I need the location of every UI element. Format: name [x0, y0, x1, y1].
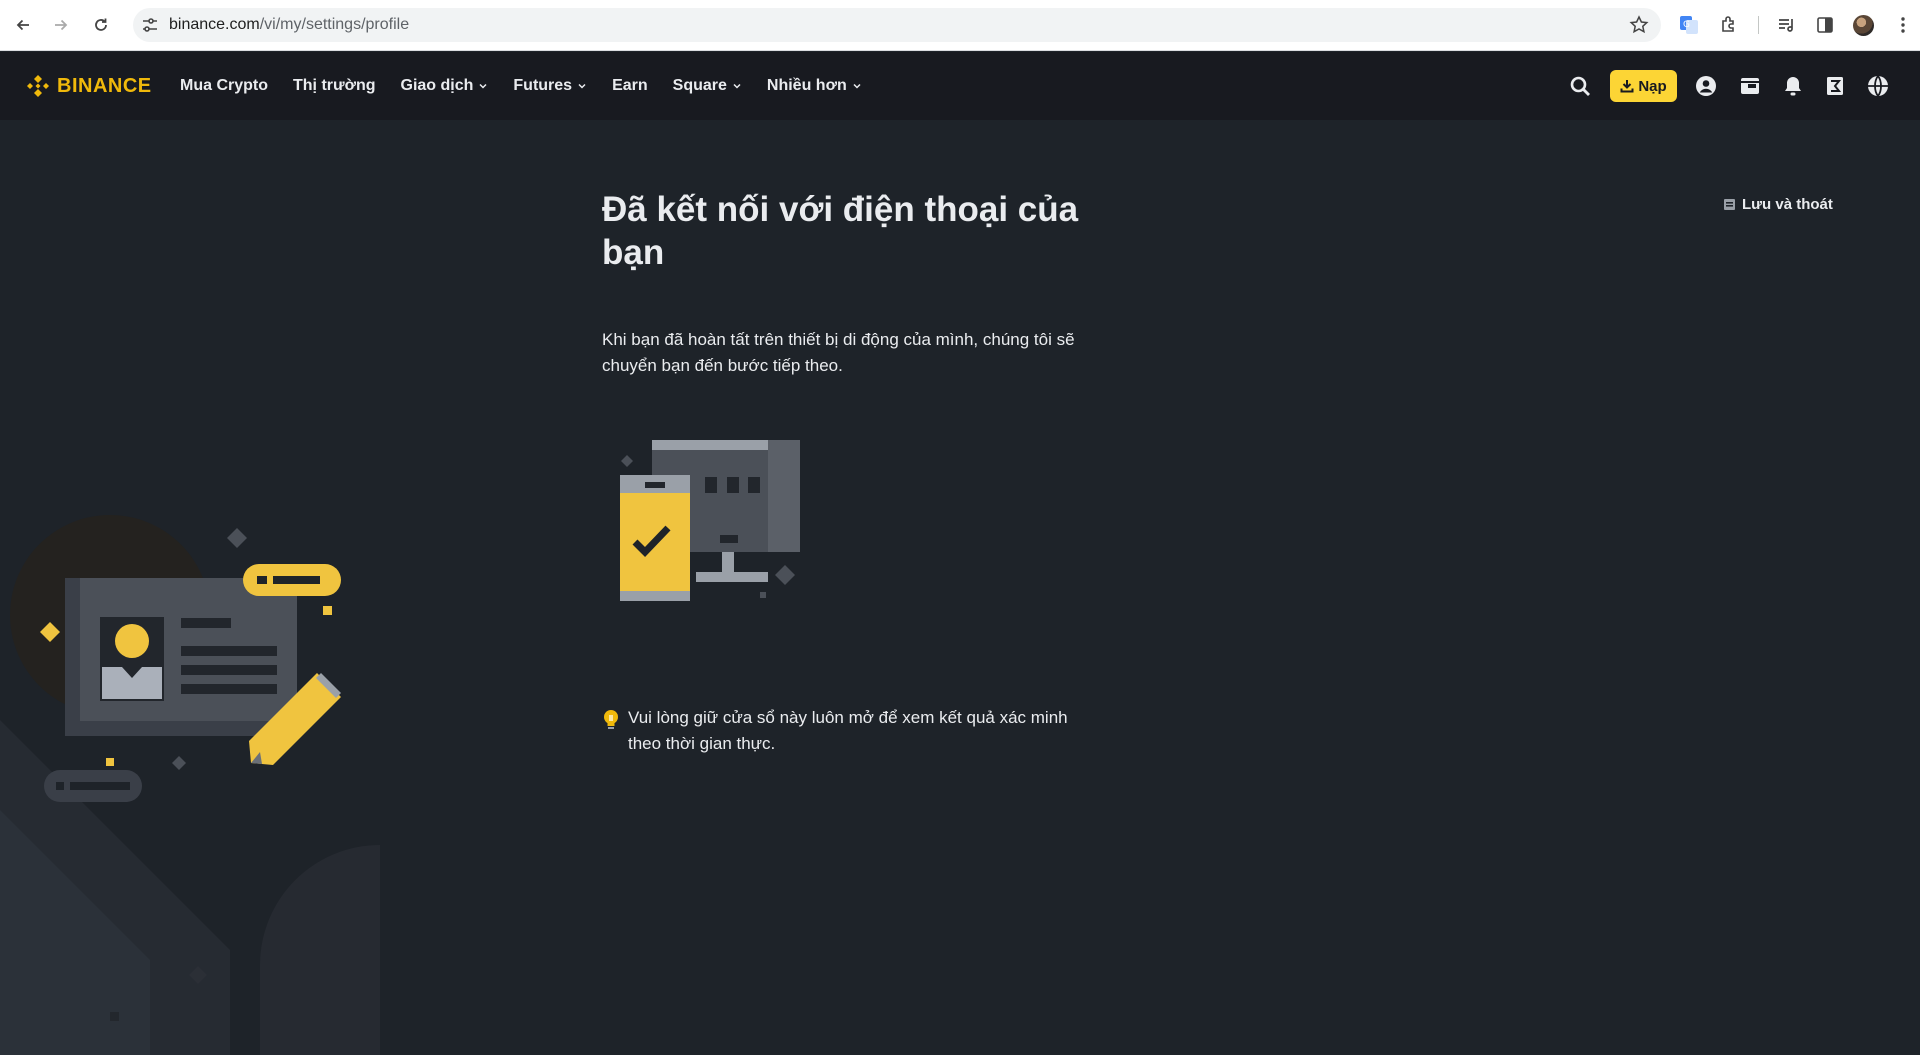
toolbar-separator: [1758, 16, 1759, 34]
nav-trade[interactable]: Giao dịch: [401, 77, 489, 95]
notification-bell-icon[interactable]: [1781, 74, 1805, 98]
profile-avatar[interactable]: [1853, 15, 1874, 36]
site-header: BINANCE Mua Crypto Thị trường Giao dịch …: [0, 52, 1920, 120]
translate-icon[interactable]: G: [1678, 14, 1700, 36]
page-description: Khi bạn đã hoàn tất trên thiết bị di độn…: [602, 330, 1075, 375]
keep-window-open-hint: Vui lòng giữ cửa sổ này luôn mở để xem k…: [602, 705, 1102, 757]
hint-text: Vui lòng giữ cửa sổ này luôn mở để xem k…: [628, 708, 1068, 753]
url-host: binance.com: [169, 16, 260, 33]
device-connected-illustration: [620, 440, 800, 601]
identity-card-illustration: [0, 515, 380, 1055]
search-icon[interactable]: [1568, 74, 1592, 98]
download-icon: [1620, 80, 1634, 93]
reload-icon[interactable]: [88, 12, 114, 38]
language-globe-icon[interactable]: [1866, 74, 1890, 98]
chevron-down-icon: [733, 83, 741, 89]
main-nav: Mua Crypto Thị trường Giao dịch Futures …: [180, 52, 887, 120]
nav-markets[interactable]: Thị trường: [293, 77, 376, 95]
url-path: /vi/my/settings/profile: [259, 16, 410, 33]
nav-label: Giao dịch: [400, 77, 474, 94]
nav-label: Mua Crypto: [180, 77, 268, 94]
address-bar[interactable]: binance.com/vi/my/settings/profile: [133, 8, 1661, 42]
page-title: Đã kết nối với điện thoại của bạn: [602, 190, 1079, 272]
forward-icon[interactable]: [48, 12, 74, 38]
nav-earn[interactable]: Earn: [612, 77, 648, 95]
wallet-icon[interactable]: [1738, 74, 1762, 98]
nav-more[interactable]: Nhiều hơn: [767, 77, 862, 95]
browser-menu-icon[interactable]: [1892, 14, 1914, 36]
save-and-exit-button[interactable]: Lưu và thoát: [1723, 196, 1833, 213]
lightbulb-icon: [604, 710, 618, 729]
back-icon[interactable]: [10, 12, 36, 38]
save-icon: [1724, 199, 1735, 210]
chevron-down-icon: [479, 83, 487, 89]
nav-futures[interactable]: Futures: [513, 77, 587, 95]
nav-buy-crypto[interactable]: Mua Crypto: [180, 77, 268, 95]
account-icon[interactable]: [1694, 74, 1718, 98]
svg-text:G: G: [1683, 20, 1690, 30]
save-and-exit-label: Lưu và thoát: [1742, 196, 1833, 213]
download-app-icon[interactable]: [1823, 74, 1847, 98]
chevron-down-icon: [853, 83, 861, 89]
nav-label: Earn: [612, 77, 648, 94]
chevron-down-icon: [578, 83, 586, 89]
nav-label: Thị trường: [293, 77, 376, 94]
side-panel-icon[interactable]: [1814, 14, 1836, 36]
deposit-label: Nạp: [1638, 77, 1667, 95]
nav-label: Nhiều hơn: [766, 77, 847, 94]
nav-label: Square: [672, 77, 727, 94]
nav-square[interactable]: Square: [673, 77, 742, 95]
site-settings-icon[interactable]: [141, 16, 159, 34]
nav-label: Futures: [513, 77, 573, 94]
deposit-button[interactable]: Nạp: [1610, 70, 1677, 102]
browser-toolbar: binance.com/vi/my/settings/profile G: [0, 0, 1920, 51]
extensions-icon[interactable]: [1718, 14, 1740, 36]
url-text: binance.com/vi/my/settings/profile: [169, 16, 409, 34]
bookmark-star-icon[interactable]: [1629, 15, 1649, 35]
binance-logo-icon: [27, 75, 49, 97]
media-control-icon[interactable]: [1776, 14, 1798, 36]
binance-logo[interactable]: BINANCE: [25, 73, 152, 99]
logo-text: BINANCE: [57, 74, 152, 97]
